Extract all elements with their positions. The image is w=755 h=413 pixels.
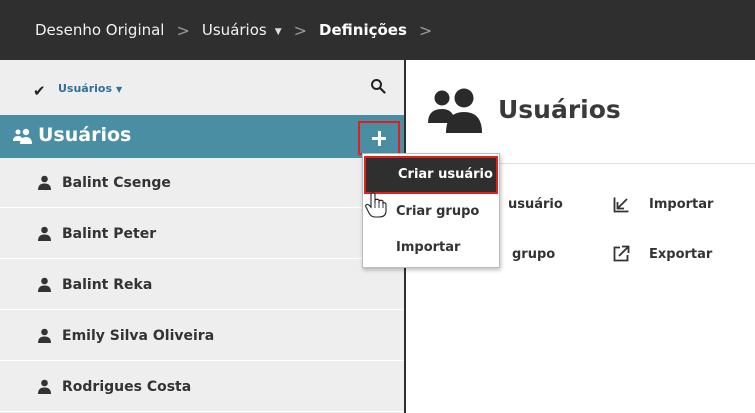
list-item[interactable]: Balint Peter <box>0 209 404 259</box>
filter-dropdown-label: Usuários <box>58 82 113 95</box>
user-icon <box>38 226 51 241</box>
user-icon <box>38 175 51 190</box>
page-title: Usuários <box>498 95 621 124</box>
add-button[interactable] <box>358 121 400 155</box>
group-header[interactable]: Usuários <box>0 115 404 158</box>
breadcrumb-item-usuarios-label: Usuários <box>201 21 267 39</box>
filter-dropdown[interactable]: Usuários ▼ <box>58 82 122 95</box>
users-group-icon <box>428 88 482 133</box>
list-item[interactable]: Balint Reka <box>0 260 404 310</box>
list-item[interactable]: Balint Csenge <box>0 158 404 208</box>
search-icon[interactable] <box>370 78 386 94</box>
export-icon <box>613 245 630 262</box>
user-icon <box>38 379 51 394</box>
user-name: Balint Reka <box>62 277 153 293</box>
sidebar: ✔ Usuários ▼ Usuários Balint Csenge Balin… <box>0 60 406 413</box>
breadcrumb-separator: > <box>293 20 308 40</box>
group-title: Usuários <box>38 124 132 146</box>
breadcrumb-separator: > <box>176 20 190 40</box>
hand-cursor-icon <box>365 192 387 218</box>
menu-item-create-user[interactable]: Criar usuário <box>364 156 498 194</box>
chevron-down-icon[interactable]: ▼ <box>275 27 282 37</box>
breadcrumb: Desenho Original > Usuários ▼ > Definiçõe… <box>0 0 755 60</box>
list-item[interactable]: Emily Silva Oliveira <box>0 311 404 361</box>
user-name: Balint Csenge <box>62 175 171 191</box>
user-icon <box>38 277 51 292</box>
user-name: Emily Silva Oliveira <box>62 328 215 344</box>
create-user-action[interactable]: usuário <box>508 197 563 212</box>
breadcrumb-item-definicoes[interactable]: Definições <box>319 21 407 39</box>
users-group-icon <box>13 128 32 144</box>
breadcrumb-item-desenho-original[interactable]: Desenho Original <box>35 21 164 39</box>
export-action[interactable]: Exportar <box>649 247 712 262</box>
list-item[interactable]: Rodrigues Costa <box>0 362 404 412</box>
user-icon <box>38 328 51 343</box>
user-name: Balint Peter <box>62 226 157 242</box>
user-name: Rodrigues Costa <box>62 379 192 395</box>
breadcrumb-separator: > <box>418 20 433 40</box>
create-group-action[interactable]: grupo <box>512 247 555 262</box>
checkmark-icon: ✔ <box>33 82 46 100</box>
menu-item-import[interactable]: Importar <box>363 230 501 266</box>
sidebar-filter: ✔ Usuários ▼ <box>0 60 404 114</box>
import-action[interactable]: Importar <box>649 197 713 212</box>
breadcrumb-item-usuarios[interactable]: Usuários ▼ <box>202 21 282 39</box>
chevron-down-icon: ▼ <box>116 85 123 94</box>
import-icon <box>613 197 629 213</box>
